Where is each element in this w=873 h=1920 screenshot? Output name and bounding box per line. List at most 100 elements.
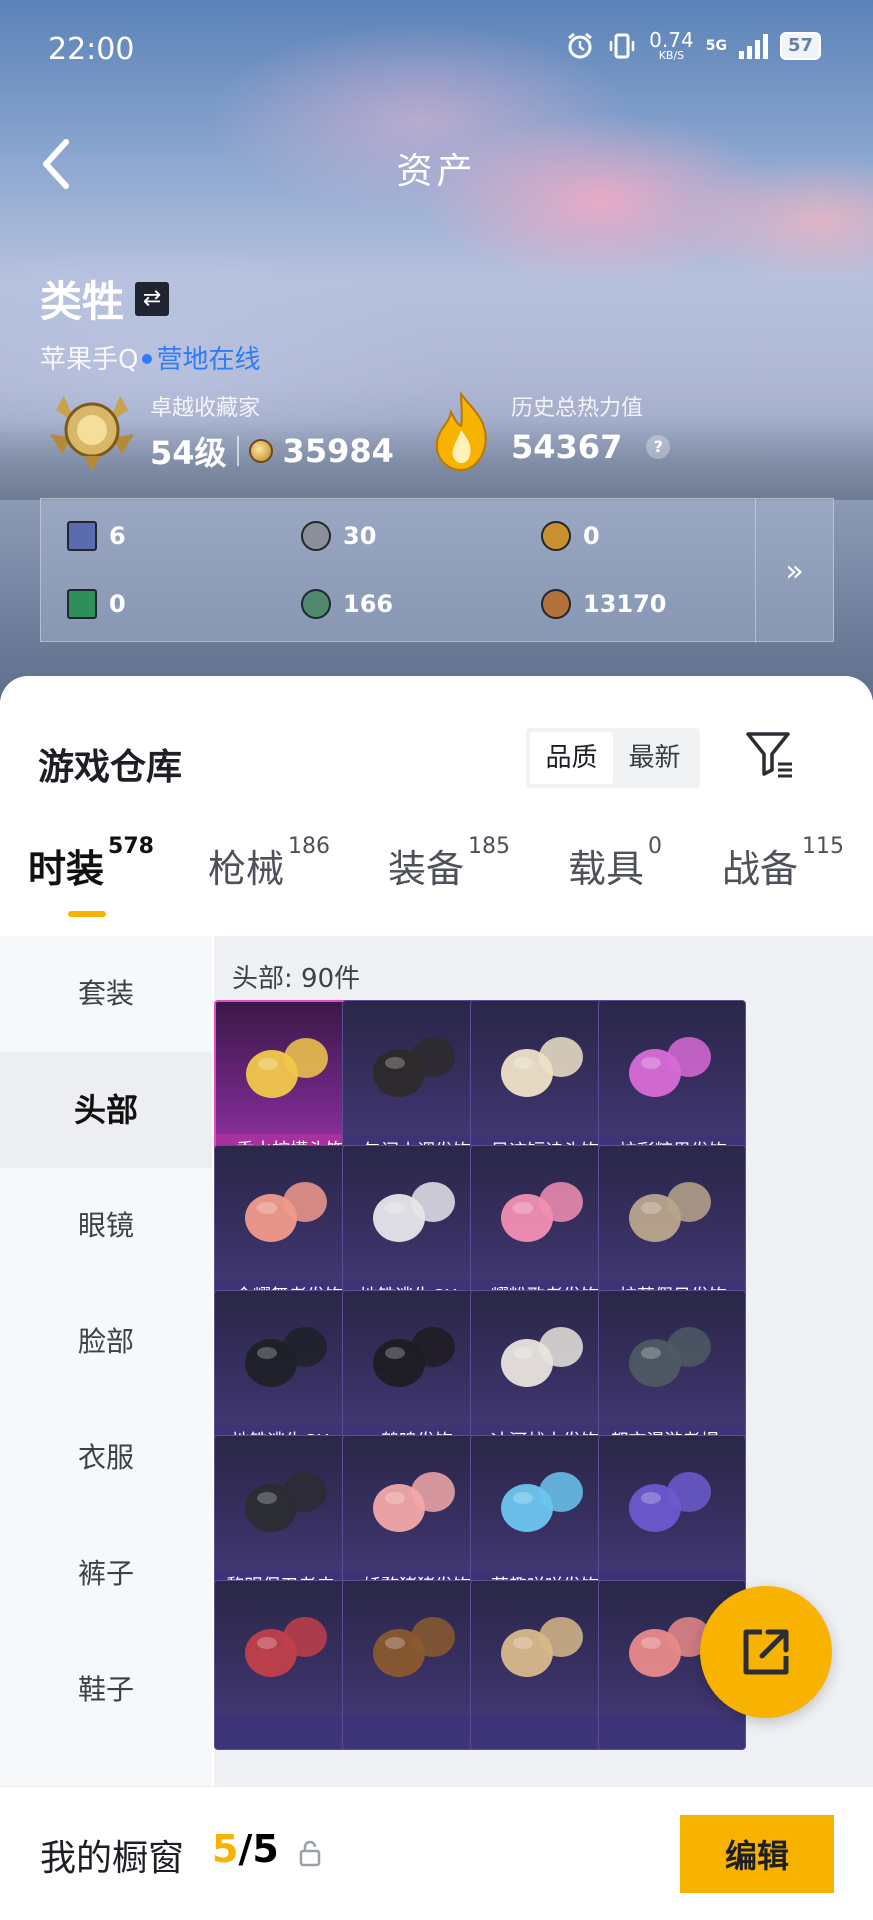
sort-option-quality[interactable]: 品质: [530, 732, 613, 784]
item-thumbnail: [501, 1617, 583, 1677]
item-thumbnail: [373, 1037, 455, 1097]
tab-fashion[interactable]: 时装578: [28, 834, 154, 917]
showcase-count: 5/5: [212, 1827, 279, 1871]
signal-icon: [738, 33, 768, 59]
nav-bar: 资产: [0, 130, 873, 200]
sort-option-newest[interactable]: 最新: [613, 732, 696, 784]
item-card[interactable]: [470, 1580, 618, 1750]
item-thumbnail: [629, 1182, 711, 1242]
edit-button[interactable]: 编辑: [680, 1815, 834, 1893]
tab-vehicles[interactable]: 载具0: [568, 834, 662, 893]
tab-supplies[interactable]: 战备115: [722, 834, 844, 893]
warehouse-sheet: 游戏仓库 品质 最新 时装578 枪械186 装备185 载具0 战备115 套…: [0, 676, 873, 1920]
net-speed: 0.74 KB/S: [649, 30, 694, 61]
sidebar-item-shoes[interactable]: 鞋子: [0, 1632, 212, 1748]
net-speed-unit: KB/S: [658, 49, 685, 62]
tab-equipment[interactable]: 装备185: [388, 834, 510, 893]
sub-category-menu: 套装 头部 眼镜 脸部 衣服 裤子 鞋子: [0, 936, 212, 1810]
sidebar-item-clothes[interactable]: 衣服: [0, 1400, 212, 1516]
tab-label: 枪械: [208, 847, 285, 891]
tab-firearms[interactable]: 枪械186: [208, 834, 330, 893]
online-status: 营地在线: [156, 345, 261, 375]
heat-value: 54367: [511, 428, 623, 466]
share-icon: [743, 1629, 789, 1675]
clock: 22:00: [48, 32, 135, 67]
item-thumbnail: [501, 1327, 583, 1387]
item-thumbnail: [629, 1327, 711, 1387]
more-currencies-button[interactable]: »: [755, 499, 833, 643]
currency-grid: 6 30 0 0 166 13170: [41, 499, 755, 643]
item-thumbnail: [246, 1038, 328, 1098]
network-type: 5G: [705, 37, 727, 54]
item-count: 头部: 90件: [232, 964, 361, 994]
platform-name: 苹果手Q: [40, 345, 139, 375]
sort-toggle: 品质 最新: [526, 728, 700, 788]
silver-coin-icon: [301, 521, 331, 551]
showcase-separator: /: [238, 1827, 253, 1871]
currency-item[interactable]: 13170: [541, 589, 667, 619]
sidebar-item-pants[interactable]: 裤子: [0, 1516, 212, 1632]
tab-label: 装备: [388, 847, 465, 891]
sidebar-item-outfit[interactable]: 套装: [0, 936, 212, 1052]
currency-item[interactable]: 0: [67, 589, 126, 619]
item-thumbnail: [629, 1037, 711, 1097]
currency-item[interactable]: 6: [67, 521, 126, 551]
share-fab-button[interactable]: [700, 1586, 832, 1718]
card-ticket-icon: [67, 521, 97, 551]
item-card[interactable]: [342, 1580, 490, 1750]
item-thumbnail: [373, 1472, 455, 1532]
showcase-label: 我的橱窗: [40, 1838, 185, 1879]
hero-banner: 22:00 0.74 KB/S 5G 57 资产 类牲 ⇄ 苹果手Q 营地在线: [0, 0, 873, 700]
tab-count: 115: [802, 834, 845, 859]
showcase-bar: 我的橱窗 5/5 编辑: [0, 1786, 873, 1920]
profile-info: 类牲 ⇄ 苹果手Q 营地在线: [40, 268, 260, 376]
warehouse-title: 游戏仓库: [38, 747, 183, 788]
currency-item[interactable]: 0: [541, 521, 600, 551]
showcase-total: 5: [252, 1827, 279, 1871]
collector-coin-icon: [248, 439, 273, 463]
green-card-icon: [67, 589, 97, 619]
currency-item[interactable]: 30: [301, 521, 376, 551]
switch-account-icon[interactable]: ⇄: [135, 281, 170, 316]
currency-item[interactable]: 166: [301, 589, 393, 619]
vibrate-icon: [609, 33, 635, 58]
currency-value: 166: [343, 590, 394, 618]
item-card[interactable]: [214, 1580, 362, 1750]
bronze-coin-icon: [541, 589, 571, 619]
item-thumbnail: [629, 1472, 711, 1532]
sidebar-item-face[interactable]: 脸部: [0, 1284, 212, 1400]
tab-count: 578: [108, 834, 154, 859]
sidebar-item-head[interactable]: 头部: [0, 1052, 212, 1168]
collector-label: 卓越收藏家: [150, 396, 261, 421]
username: 类牲: [40, 277, 125, 326]
showcase-current: 5: [212, 1827, 239, 1871]
currency-value: 30: [343, 522, 377, 550]
platform-line: 苹果手Q 营地在线: [40, 339, 260, 376]
green-coin-icon: [301, 589, 331, 619]
currency-value: 13170: [583, 590, 667, 618]
lock-icon: [299, 1840, 321, 1867]
tab-count: 0: [648, 834, 663, 859]
status-icons: 0.74 KB/S 5G 57: [565, 30, 821, 61]
item-name: [471, 1715, 617, 1749]
sidebar-item-glasses[interactable]: 眼镜: [0, 1168, 212, 1284]
item-thumbnail: [373, 1617, 455, 1677]
item-thumbnail: [501, 1472, 583, 1532]
divider: [236, 436, 239, 466]
item-thumbnail: [245, 1617, 327, 1677]
collector-medal-icon: [50, 396, 134, 472]
item-thumbnail: [373, 1182, 455, 1242]
collector-level: 54级: [150, 434, 227, 472]
filter-icon[interactable]: [744, 728, 796, 780]
net-speed-value: 0.74: [649, 28, 694, 52]
tab-count: 185: [468, 834, 511, 859]
item-thumbnail: [245, 1182, 327, 1242]
item-thumbnail: [501, 1182, 583, 1242]
currency-value: 0: [583, 522, 600, 550]
help-icon[interactable]: ?: [646, 435, 671, 459]
category-tabs: 时装578 枪械186 装备185 载具0 战备115: [0, 816, 873, 926]
alarm-icon: [568, 32, 593, 58]
collector-points: 35984: [282, 432, 394, 470]
status-bar: 22:00 0.74 KB/S 5G 57: [0, 0, 873, 100]
currency-value: 6: [109, 522, 126, 550]
